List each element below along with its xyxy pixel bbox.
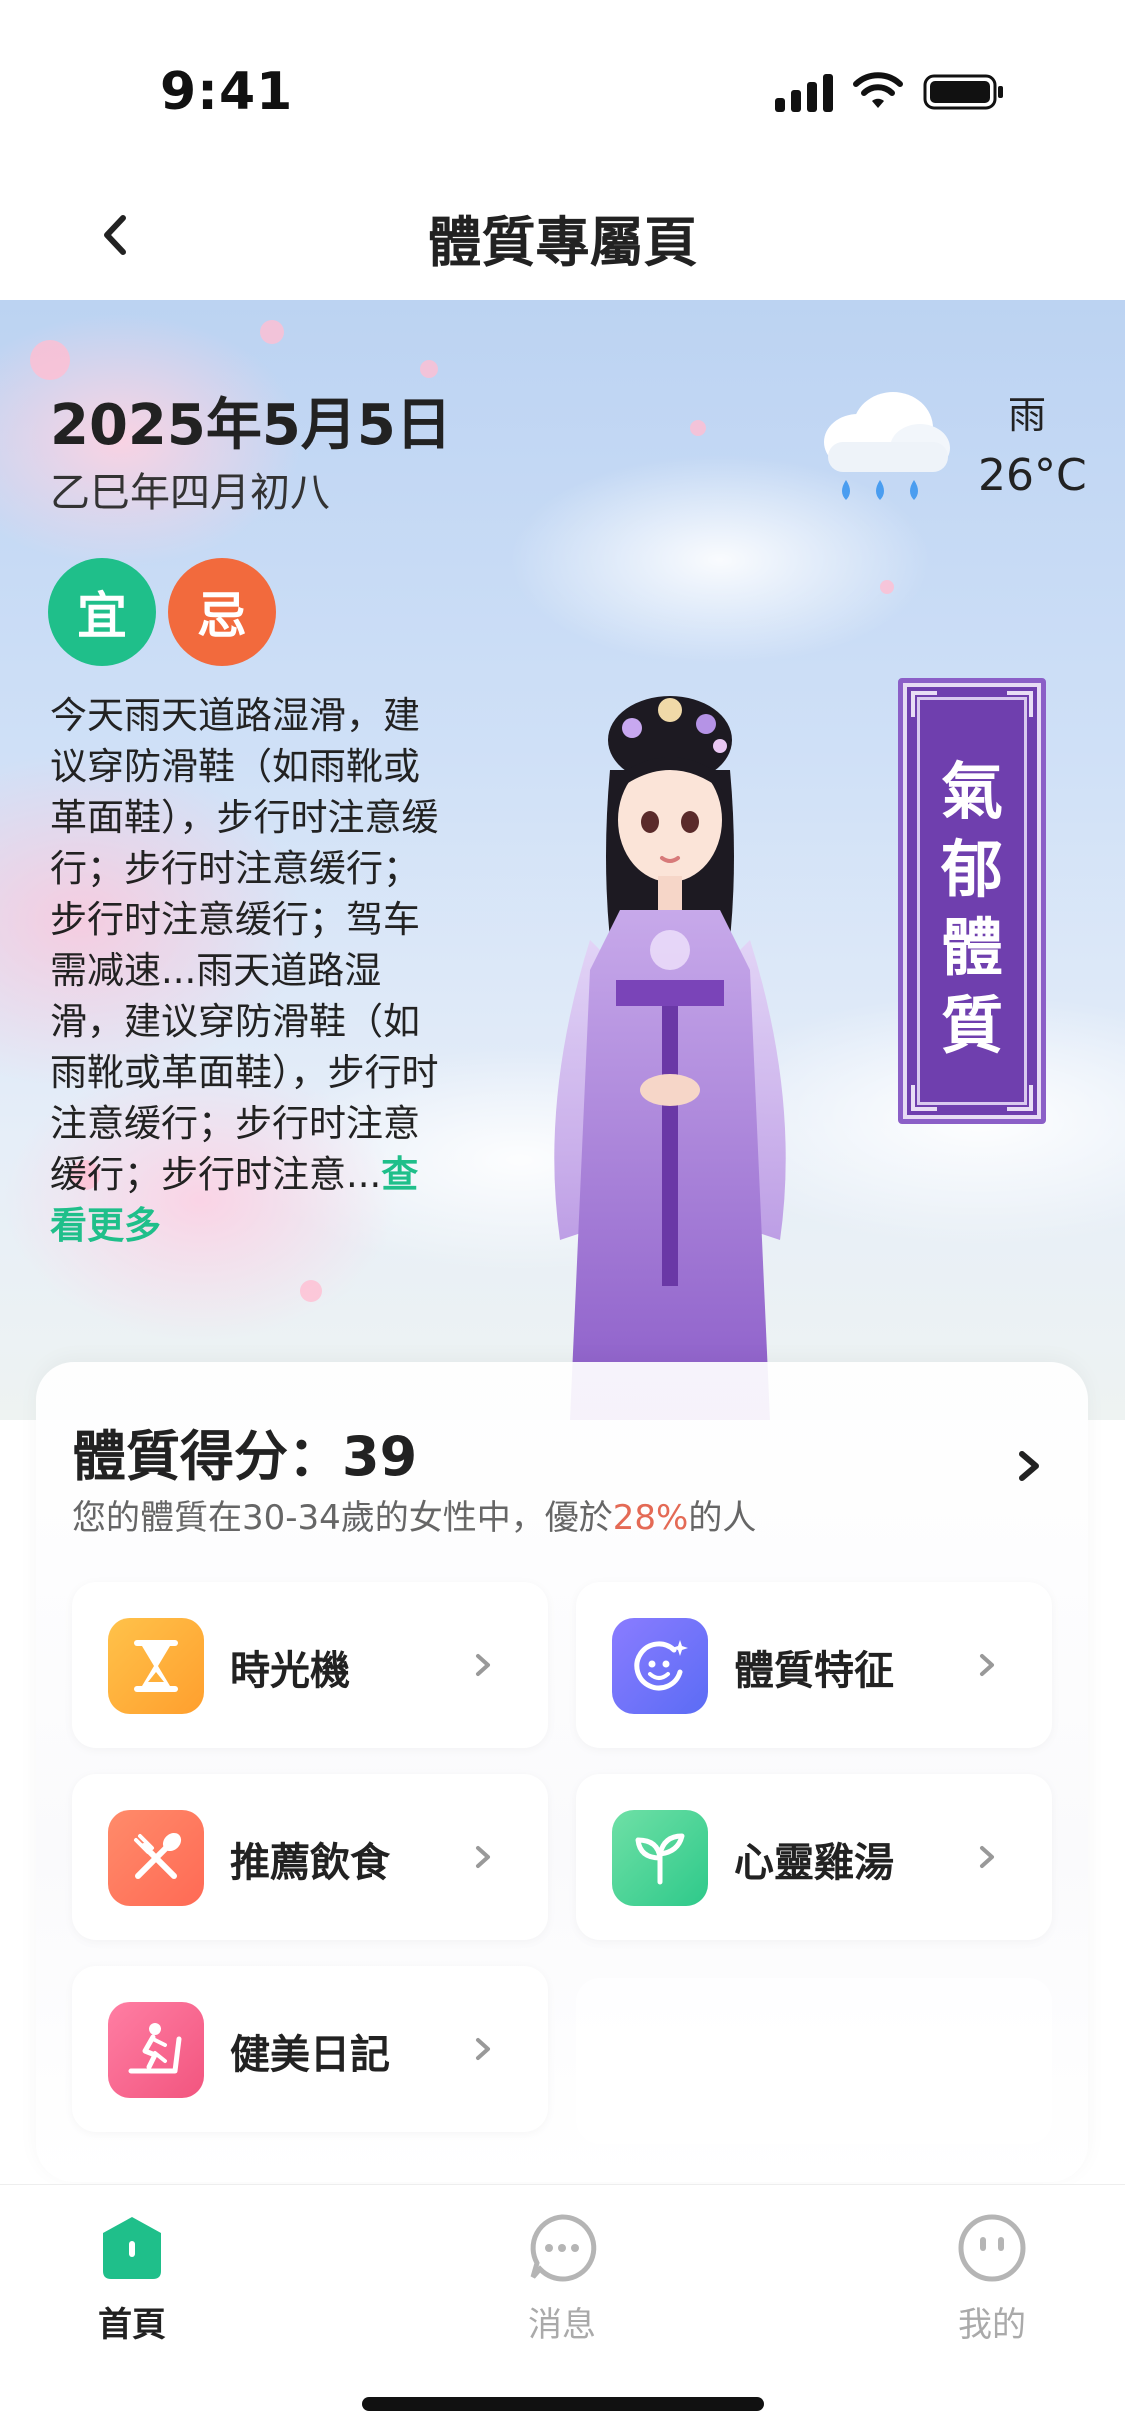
score-sub-prefix: 您的體質在30-34歲的女性中，優於 bbox=[72, 1498, 613, 1538]
status-bar: 9:41 bbox=[0, 0, 1125, 170]
cellular-signal-icon bbox=[775, 72, 833, 112]
tile-recommended-diet[interactable]: 推薦飲食 bbox=[72, 1774, 548, 1940]
message-icon bbox=[530, 2214, 597, 2282]
plaque-char: 氣 bbox=[940, 755, 1003, 828]
weather-temperature: 26°C bbox=[978, 450, 1087, 501]
date-main: 2025年5月5日 bbox=[50, 393, 452, 458]
page-title: 體質專屬頁 bbox=[427, 211, 698, 274]
tab-home[interactable]: 首頁 bbox=[52, 2213, 212, 2346]
tile-constitution-features[interactable]: 體質特征 bbox=[576, 1582, 1052, 1748]
tab-label: 我的 bbox=[958, 2305, 1026, 2345]
score-subtitle: 您的體質在30-34歲的女性中，優於28%的人 bbox=[72, 1490, 756, 1539]
ji-badge[interactable]: 忌 bbox=[168, 558, 276, 666]
score-detail-button[interactable] bbox=[1014, 1446, 1044, 1490]
advice-body: 今天雨天道路湿滑，建议穿防滑鞋（如雨靴或革面鞋），步行时注意缓行；步行时注意缓行… bbox=[50, 694, 439, 1196]
score-title: 體質得分：39 bbox=[72, 1425, 418, 1488]
status-time: 9:41 bbox=[160, 62, 294, 122]
home-icon bbox=[103, 2217, 161, 2279]
tile-placeholder bbox=[576, 1978, 1052, 2144]
tile-label: 健美日記 bbox=[230, 2032, 390, 2078]
battery-icon bbox=[923, 74, 1003, 110]
home-indicator bbox=[362, 2397, 764, 2411]
wifi-icon bbox=[853, 72, 903, 108]
sprout-icon bbox=[612, 1810, 708, 1906]
chevron-right-icon bbox=[472, 1842, 494, 1876]
plaque-char: 質 bbox=[940, 989, 1003, 1062]
tile-label: 體質特征 bbox=[734, 1648, 894, 1694]
tab-messages[interactable]: 消息 bbox=[482, 2213, 642, 2346]
plaque-char: 體 bbox=[940, 911, 1003, 984]
score-sub-suffix: 的人 bbox=[688, 1498, 757, 1538]
advice-text: 今天雨天道路湿滑，建议穿防滑鞋（如雨靴或革面鞋），步行时注意缓行；步行时注意缓行… bbox=[50, 690, 445, 1251]
chevron-right-icon bbox=[976, 1650, 998, 1684]
chevron-right-icon bbox=[472, 1650, 494, 1684]
plaque-corner bbox=[1007, 1085, 1033, 1111]
status-icons bbox=[775, 72, 1005, 112]
date-lunar: 乙巳年四月初八 bbox=[50, 470, 330, 516]
plaque-corner bbox=[911, 1085, 937, 1111]
tab-label: 消息 bbox=[528, 2305, 596, 2345]
score-percentile: 28% bbox=[612, 1498, 689, 1538]
tile-label: 心靈雞湯 bbox=[734, 1840, 894, 1886]
tab-bar: 首頁 消息 我的 bbox=[0, 2184, 1125, 2436]
chevron-right-icon bbox=[976, 1842, 998, 1876]
plaque-corner bbox=[911, 691, 937, 717]
nav-bar: 體質專屬頁 bbox=[0, 170, 1125, 300]
score-card: 體質得分：39 您的體質在30-34歲的女性中，優於28%的人 時光機 體質特征… bbox=[36, 1362, 1088, 2182]
plaque-corner bbox=[1007, 691, 1033, 717]
utensils-icon bbox=[108, 1810, 204, 1906]
constitution-plaque: 氣郁體質 bbox=[898, 678, 1046, 1124]
tile-time-machine[interactable]: 時光機 bbox=[72, 1582, 548, 1748]
tile-fitness-diary[interactable]: 健美日記 bbox=[72, 1966, 548, 2132]
tile-label: 推薦飲食 bbox=[230, 1840, 390, 1886]
profile-icon bbox=[958, 2214, 1026, 2282]
tab-label: 首頁 bbox=[98, 2305, 166, 2345]
chevron-right-icon bbox=[1019, 1451, 1039, 1481]
tab-profile[interactable]: 我的 bbox=[912, 2213, 1072, 2346]
treadmill-icon bbox=[108, 2002, 204, 2098]
plaque-char: 郁 bbox=[940, 833, 1003, 906]
tile-label: 時光機 bbox=[230, 1648, 350, 1694]
constitution-type: 氣郁體質 bbox=[903, 753, 1041, 1065]
character-illustration bbox=[554, 696, 786, 1420]
rain-cloud-icon bbox=[824, 392, 950, 500]
smile-sparkle-icon bbox=[612, 1618, 708, 1714]
chevron-right-icon bbox=[472, 2034, 494, 2068]
hero-section: 2025年5月5日 乙巳年四月初八 宜 忌 今天雨天道路湿滑，建议穿防滑鞋（如雨… bbox=[0, 300, 1125, 1420]
weather-condition: 雨 bbox=[1008, 393, 1047, 437]
yi-badge[interactable]: 宜 bbox=[48, 558, 156, 666]
hourglass-icon bbox=[108, 1618, 204, 1714]
tile-soul-soup[interactable]: 心靈雞湯 bbox=[576, 1774, 1052, 1940]
